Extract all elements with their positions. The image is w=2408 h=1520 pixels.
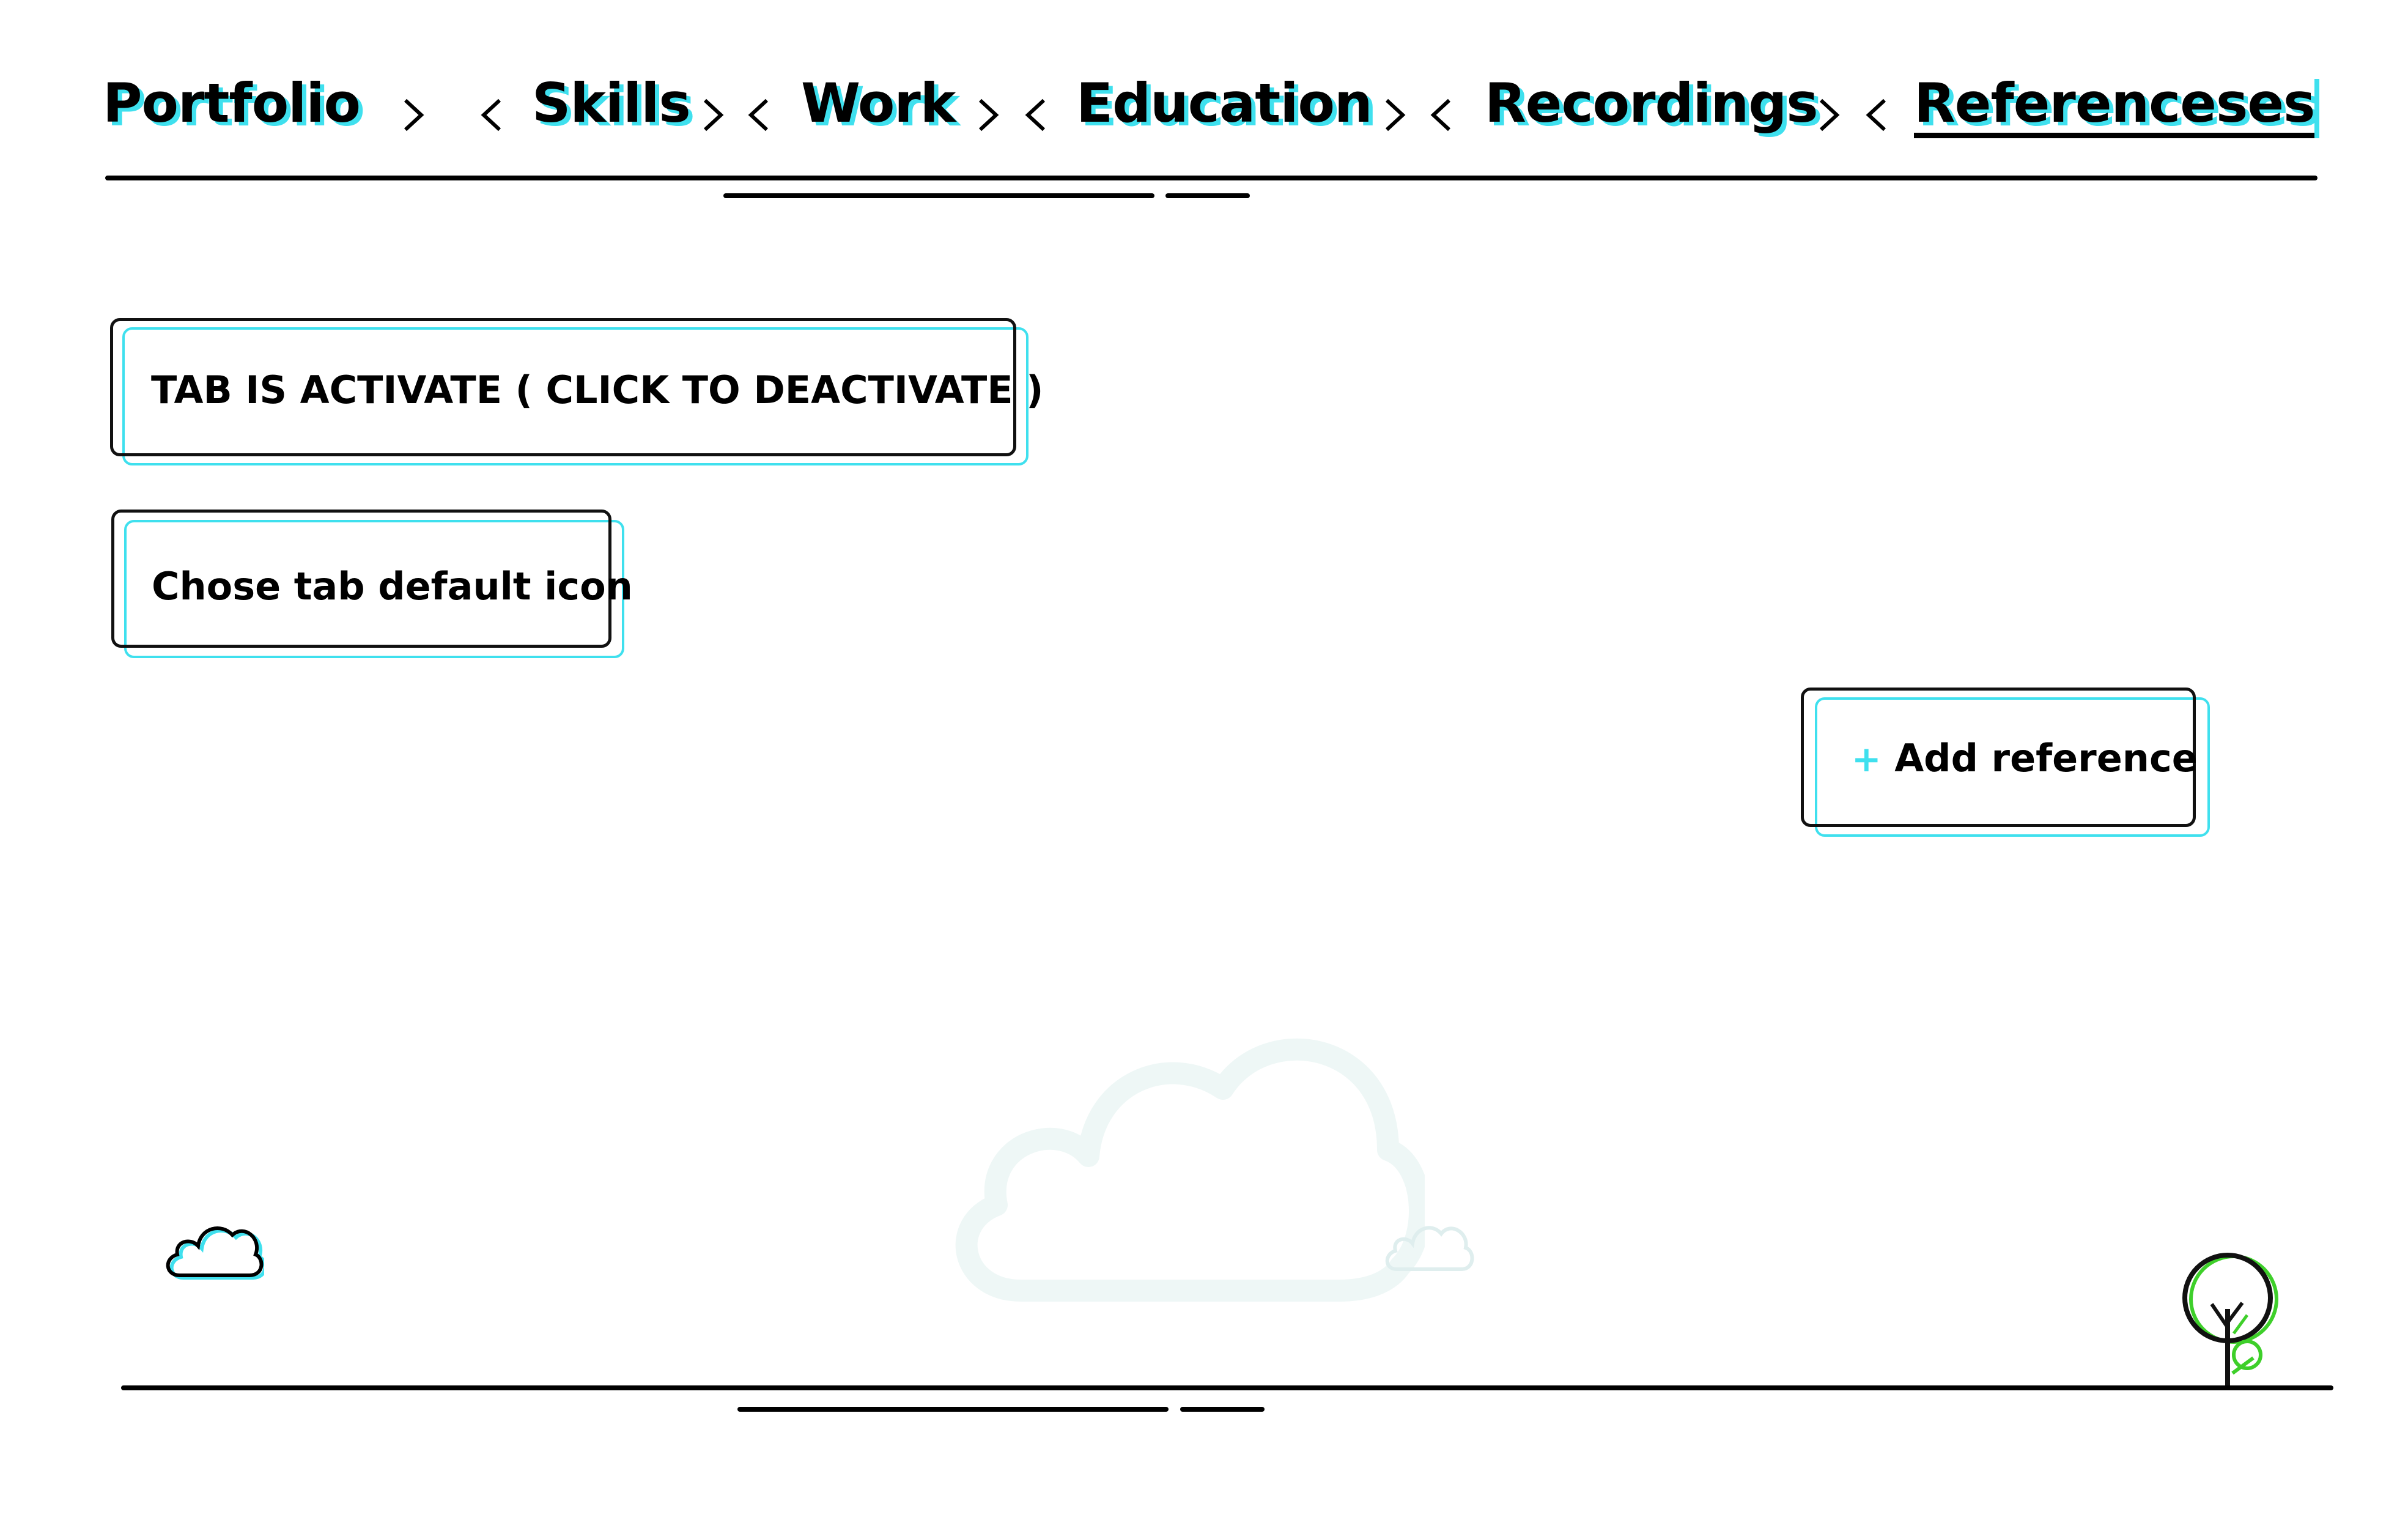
- tab-portfolio[interactable]: Portfolio: [103, 76, 361, 130]
- tab-recordings[interactable]: Recordings: [1485, 76, 1819, 130]
- top-underline-accent-short: [1165, 193, 1250, 198]
- tab-work[interactable]: Work: [801, 76, 956, 130]
- tab-education[interactable]: Education: [1076, 76, 1373, 130]
- choose-default-icon-button[interactable]: Chose tab default icon: [111, 510, 633, 648]
- chevron-left-icon[interactable]: [1430, 97, 1454, 133]
- tab-skills[interactable]: Skills: [532, 76, 691, 130]
- cloud-icon: [955, 1038, 1425, 1302]
- chevron-right-icon[interactable]: [975, 97, 1000, 133]
- top-underline-accent: [723, 193, 1154, 198]
- toggle-tab-active-button[interactable]: TAB IS ACTIVATE ( CLICK TO DEACTIVATE ): [110, 318, 1044, 456]
- chevron-left-icon[interactable]: [480, 97, 504, 133]
- chevron-right-icon[interactable]: [401, 97, 425, 133]
- chevron-right-icon[interactable]: [700, 97, 725, 133]
- choose-default-icon-label: Chose tab default icon: [152, 564, 633, 609]
- cloud-icon: [1385, 1226, 1474, 1271]
- add-reference-text: + Add reference: [1852, 740, 2198, 777]
- chevron-right-icon[interactable]: [1382, 97, 1406, 133]
- bottom-divider: [121, 1385, 2333, 1390]
- tab-references[interactable]: Referenceses: [1914, 76, 2315, 138]
- chevron-right-icon[interactable]: [1816, 97, 1841, 133]
- chevron-left-icon[interactable]: [1024, 97, 1049, 133]
- bottom-underline-accent: [737, 1407, 1169, 1412]
- bottom-underline-accent-short: [1180, 1407, 1265, 1412]
- cloud-icon: [166, 1226, 264, 1280]
- tree-icon: [2182, 1253, 2278, 1390]
- toggle-tab-active-label: TAB IS ACTIVATE ( CLICK TO DEACTIVATE ): [151, 368, 1044, 412]
- add-reference-label: Add reference: [1894, 736, 2198, 780]
- chevron-left-icon[interactable]: [1865, 97, 1889, 133]
- chevron-left-icon[interactable]: [747, 97, 772, 133]
- plus-icon: +: [1852, 738, 1882, 780]
- top-divider: [105, 176, 2318, 180]
- add-reference-button[interactable]: + Add reference: [1801, 688, 2198, 827]
